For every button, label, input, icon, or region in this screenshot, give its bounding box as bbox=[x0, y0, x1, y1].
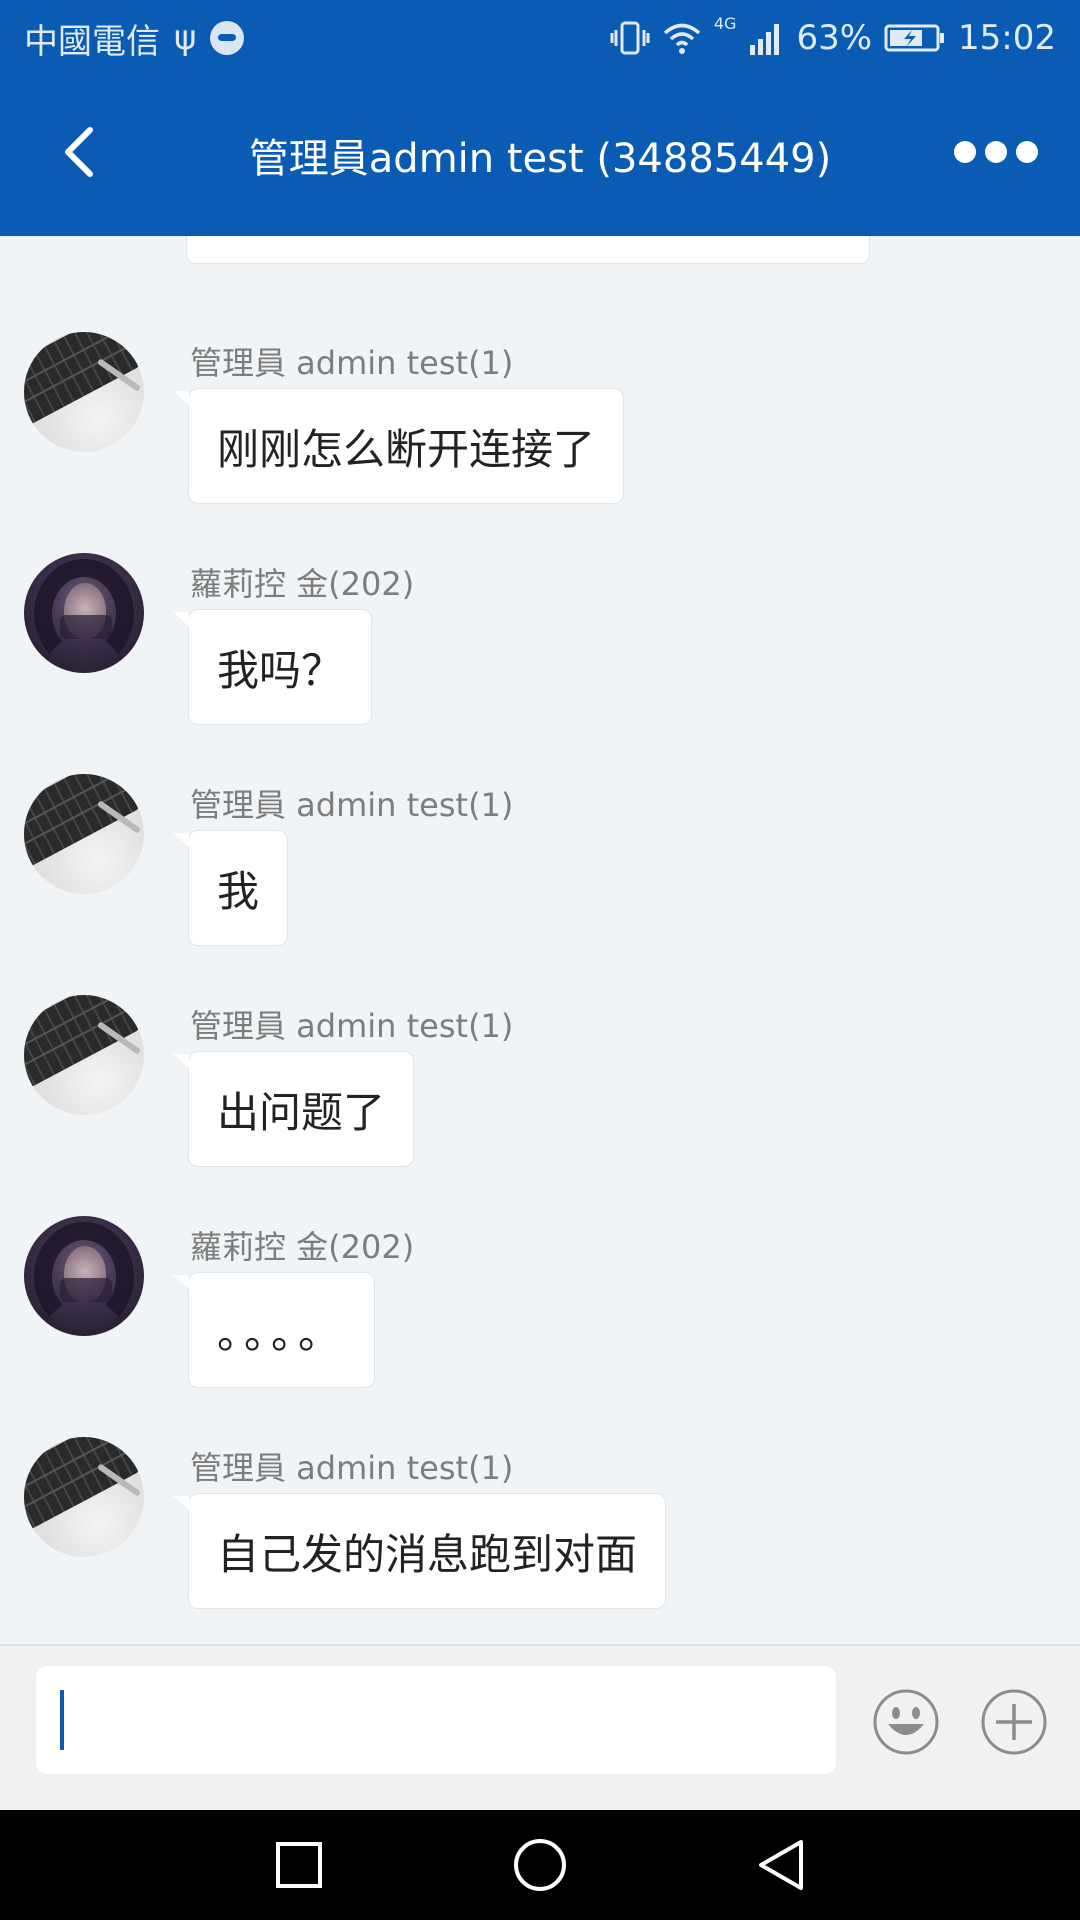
girl-avatar[interactable] bbox=[24, 1216, 144, 1336]
status-right: 4G 63% 15:02 bbox=[610, 12, 1056, 64]
sender-name: 管理員 admin test(1) bbox=[190, 344, 514, 382]
more-dot bbox=[1016, 141, 1038, 163]
more-horizontal-icon bbox=[954, 141, 976, 163]
sender-name: 管理員 admin test(1) bbox=[190, 786, 514, 824]
home-button[interactable] bbox=[507, 1832, 573, 1898]
sender-name: 蘿莉控 金(202) bbox=[190, 565, 415, 603]
app-bar: 管理員admin test (34885449) bbox=[0, 76, 1080, 236]
back-nav-button[interactable] bbox=[748, 1832, 814, 1898]
avatar-veil-shape bbox=[60, 615, 112, 639]
clock: 15:02 bbox=[958, 18, 1056, 58]
carrier-label: 中國電信 bbox=[24, 21, 160, 62]
keyboard-avatar[interactable] bbox=[24, 774, 144, 894]
sender-name: 管理員 admin test(1) bbox=[190, 1449, 514, 1487]
battery-percent: 63% bbox=[796, 18, 873, 58]
message-bubble[interactable]: 自己发的消息跑到对面 bbox=[172, 1493, 667, 1609]
notification-icon bbox=[210, 21, 245, 55]
emoji-button[interactable] bbox=[872, 1688, 940, 1756]
recents-square-icon bbox=[276, 1842, 322, 1888]
status-left: 中國電信 ψ bbox=[24, 12, 245, 64]
keyboard-avatar[interactable] bbox=[24, 332, 144, 452]
sender-name: 蘿莉控 金(202) bbox=[190, 1228, 415, 1266]
battery-charging-icon bbox=[884, 24, 945, 52]
wifi-icon bbox=[663, 23, 701, 54]
top-bar: 中國電信 ψ 4G 63% 15:02 管理員admin test (34885… bbox=[0, 0, 1080, 236]
system-nav-bar bbox=[0, 1810, 1080, 1920]
message-bubble[interactable]: 我吗？ bbox=[172, 609, 373, 725]
message-bubble[interactable]: 出问题了 bbox=[172, 1051, 415, 1167]
previous-message-bubble bbox=[186, 236, 870, 264]
network-type: 4G bbox=[713, 14, 737, 33]
chevron-left-icon bbox=[65, 127, 93, 177]
plus-icon bbox=[981, 1689, 1047, 1755]
status-bar: 中國電信 ψ 4G 63% 15:02 bbox=[0, 0, 1080, 76]
recents-button[interactable] bbox=[266, 1832, 332, 1898]
home-circle-icon bbox=[514, 1839, 566, 1891]
keyboard-avatar[interactable] bbox=[24, 995, 144, 1115]
chat-title: 管理員admin test (34885449) bbox=[248, 136, 832, 182]
usb-icon: ψ bbox=[174, 18, 197, 58]
message-bubble[interactable]: 我 bbox=[172, 830, 289, 946]
signal-icon bbox=[750, 24, 780, 55]
girl-avatar[interactable] bbox=[24, 553, 144, 673]
attach-button[interactable] bbox=[980, 1688, 1048, 1756]
back-button[interactable] bbox=[40, 112, 120, 192]
more-dot bbox=[985, 141, 1007, 163]
back-triangle-icon bbox=[759, 1840, 803, 1890]
text-cursor bbox=[60, 1690, 64, 1750]
sender-name: 管理員 admin test(1) bbox=[190, 1007, 514, 1045]
vibrate-icon bbox=[610, 21, 650, 55]
message-bubble[interactable]: 。。。。 bbox=[172, 1272, 376, 1388]
message-bubble[interactable]: 刚刚怎么断开连接了 bbox=[172, 388, 625, 504]
more-options-button[interactable] bbox=[954, 120, 1038, 184]
keyboard-avatar[interactable] bbox=[24, 1437, 144, 1557]
message-input[interactable] bbox=[36, 1666, 836, 1774]
avatar-veil-shape bbox=[60, 1278, 112, 1302]
message-list[interactable]: 管理員 admin test(1) 刚刚怎么断开连接了 蘿莉控 金(202) 我… bbox=[0, 236, 1080, 1644]
emoji-icon bbox=[873, 1689, 939, 1755]
composer-bar bbox=[0, 1644, 1080, 1810]
